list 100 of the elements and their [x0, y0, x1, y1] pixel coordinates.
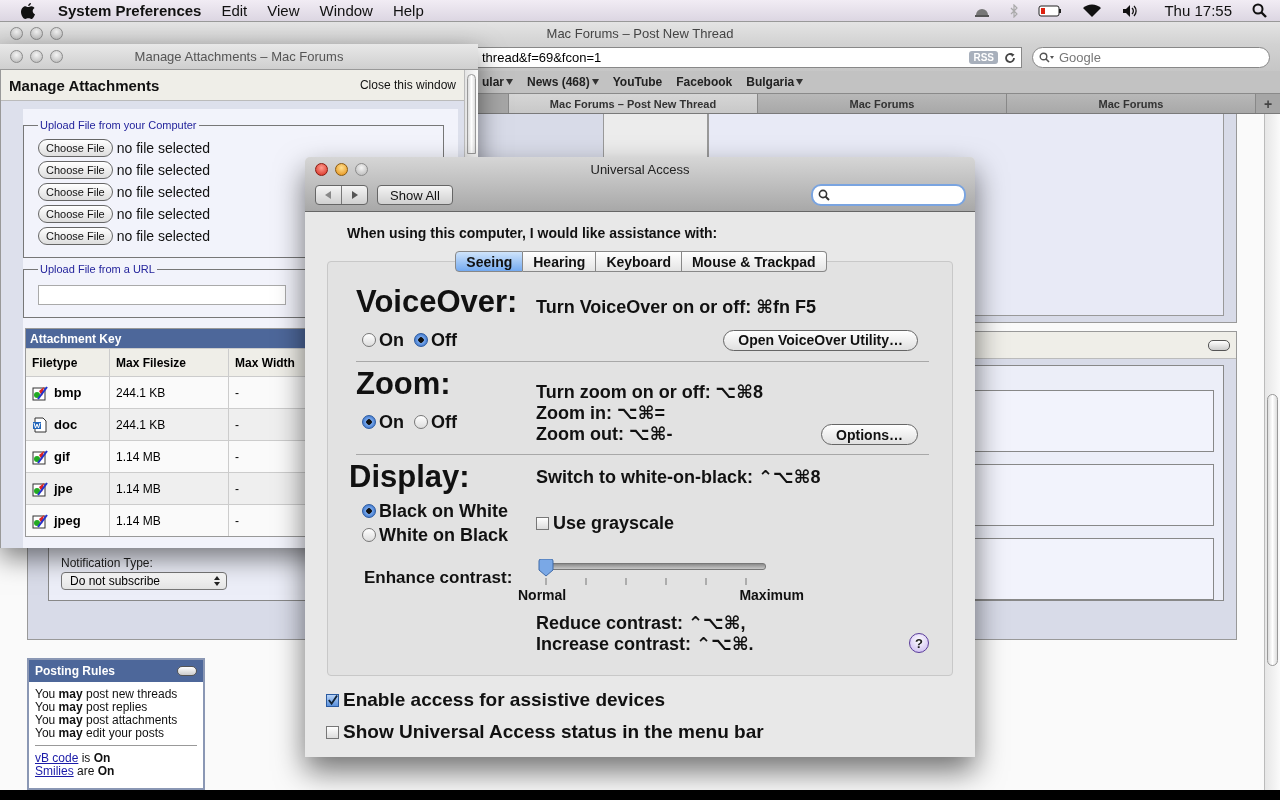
rule-line: You may post new threads: [35, 688, 179, 701]
menu-item[interactable]: Help: [392, 2, 424, 19]
address-field[interactable]: thread&f=69&fcon=1 RSS: [478, 47, 1022, 68]
setting-link[interactable]: Smilies: [35, 764, 74, 778]
search-icon: [1039, 52, 1055, 63]
radio-button[interactable]: [414, 333, 428, 347]
page-heading: Manage Attachments: [9, 76, 160, 94]
radio-option[interactable]: Black on White: [362, 499, 536, 523]
shortcut-text: Increase contrast: ⌃⌥⌘.: [536, 634, 754, 655]
menu-item[interactable]: View: [267, 2, 300, 19]
help-button[interactable]: ?: [909, 633, 929, 653]
slider-label: Enhance contrast:: [363, 568, 514, 588]
volume-icon[interactable]: [1122, 3, 1139, 18]
checkbox[interactable]: [326, 725, 339, 739]
table-cell-text: -: [234, 480, 240, 498]
bookmark-item[interactable]: ular: [482, 75, 513, 89]
checkbox[interactable]: [536, 516, 549, 530]
close-button[interactable]: [315, 162, 328, 176]
minimize-button[interactable]: [30, 50, 43, 63]
radio-option[interactable]: White on Black: [362, 523, 536, 547]
choose-file-button[interactable]: Choose File: [38, 139, 113, 157]
tab[interactable]: Hearing: [523, 251, 597, 272]
tab[interactable]: Mouse & Trackpad: [681, 251, 827, 272]
wifi-icon[interactable]: [1082, 3, 1103, 18]
section-heading: Zoom:: [356, 366, 452, 402]
close-button[interactable]: [10, 26, 23, 40]
window-title: Universal Access: [590, 161, 690, 177]
group-legend: Upload File from your Computer: [38, 119, 199, 131]
close-button[interactable]: [10, 50, 23, 63]
shortcut-text: Turn VoiceOver on or off: ⌘fn F5: [536, 297, 818, 319]
document-icon: [32, 416, 48, 433]
scroll-thumb[interactable]: [467, 74, 476, 154]
checkbox-option[interactable]: Enable access for assistive devices: [326, 688, 975, 712]
shortcut-text: Turn zoom on or off: ⌥⌘8: [536, 382, 765, 403]
checkbox[interactable]: [326, 693, 339, 707]
search-field[interactable]: Google: [1032, 47, 1270, 68]
url-field[interactable]: [38, 285, 286, 305]
collapse-button[interactable]: [177, 666, 197, 676]
rule-line: You may post replies: [35, 701, 149, 714]
box-title: Posting Rules: [35, 664, 115, 678]
minimize-button[interactable]: [30, 26, 43, 40]
choose-file-button[interactable]: Choose File: [38, 205, 113, 223]
shortcut-text: Reduce contrast: ⌃⌥⌘,: [536, 613, 747, 634]
search-icon[interactable]: [1252, 2, 1268, 19]
new-tab-button[interactable]: +: [1256, 94, 1280, 113]
file-status: no file selected: [116, 206, 211, 222]
choose-file-button[interactable]: Choose File: [38, 161, 113, 179]
subscription-select[interactable]: Do not subscribe: [61, 572, 227, 590]
choose-file-button[interactable]: Choose File: [38, 227, 113, 245]
back-forward-control[interactable]: [315, 185, 368, 205]
choose-file-button[interactable]: Choose File: [38, 183, 113, 201]
bookmark-item[interactable]: Facebook: [676, 75, 733, 89]
close-link[interactable]: Close this window: [359, 78, 456, 92]
menu-item[interactable]: System Preferences: [58, 2, 202, 19]
updown-icon: [214, 576, 220, 586]
image-file-icon: [32, 384, 48, 401]
browser-tab[interactable]: Mac Forums: [758, 94, 1007, 113]
zoom-button[interactable]: [50, 26, 63, 40]
zoom-button[interactable]: [50, 50, 63, 63]
radio-button[interactable]: [362, 528, 376, 542]
menu-item[interactable]: Edit: [221, 2, 248, 19]
table-cell-text: -: [234, 416, 240, 434]
file-status: no file selected: [116, 228, 211, 244]
radio-option[interactable]: Off: [414, 410, 457, 434]
radio-button[interactable]: [362, 333, 376, 347]
voiceover-utility-button[interactable]: Open VoiceOver Utility…: [723, 329, 918, 351]
slider-min-label: Normal: [518, 587, 567, 603]
collapse-button[interactable]: [1208, 339, 1230, 351]
reload-icon[interactable]: [1004, 51, 1016, 64]
setting-link[interactable]: vB code: [35, 751, 79, 765]
radio-button[interactable]: [362, 415, 376, 429]
minimize-button[interactable]: [335, 162, 348, 176]
checkbox-option[interactable]: Use grayscale: [536, 511, 675, 535]
search-field[interactable]: [811, 184, 966, 206]
tab[interactable]: Seeing: [455, 251, 524, 272]
file-status: no file selected: [116, 140, 211, 156]
zoom-button[interactable]: [355, 162, 368, 176]
bookmark-item[interactable]: YouTube: [612, 75, 663, 89]
slider-thumb[interactable]: [538, 559, 554, 577]
table-cell: 1.14 MB: [110, 505, 229, 536]
radio-button[interactable]: [414, 415, 428, 429]
browser-tab[interactable]: Mac Forums – Post New Thread: [509, 94, 758, 113]
setting-line: vB code is On: [35, 752, 112, 765]
menu-clock[interactable]: Thu 17:55: [1164, 2, 1232, 19]
window-title: Manage Attachments – Mac Forums: [134, 49, 344, 64]
setting-line: Smilies are On: [35, 765, 116, 778]
menu-item[interactable]: Window: [319, 2, 373, 19]
tab[interactable]: Keyboard: [596, 251, 682, 272]
battery-icon[interactable]: [1038, 4, 1063, 17]
checkbox-option[interactable]: Show Universal Access status in the menu bar: [326, 720, 975, 744]
bookmark-item[interactable]: Bulgaria: [746, 75, 804, 89]
radio-button[interactable]: [362, 504, 376, 518]
browser-tab[interactable]: Mac Forums: [1007, 94, 1256, 113]
apple-icon[interactable]: [20, 1, 36, 20]
scroll-bar[interactable]: [1264, 114, 1280, 790]
show-all-button[interactable]: Show All: [377, 185, 453, 205]
options-button[interactable]: Options…: [821, 424, 918, 445]
bookmark-item[interactable]: News (468): [527, 75, 599, 89]
image-file-icon: [32, 480, 48, 497]
radio-option[interactable]: On: [362, 410, 404, 434]
